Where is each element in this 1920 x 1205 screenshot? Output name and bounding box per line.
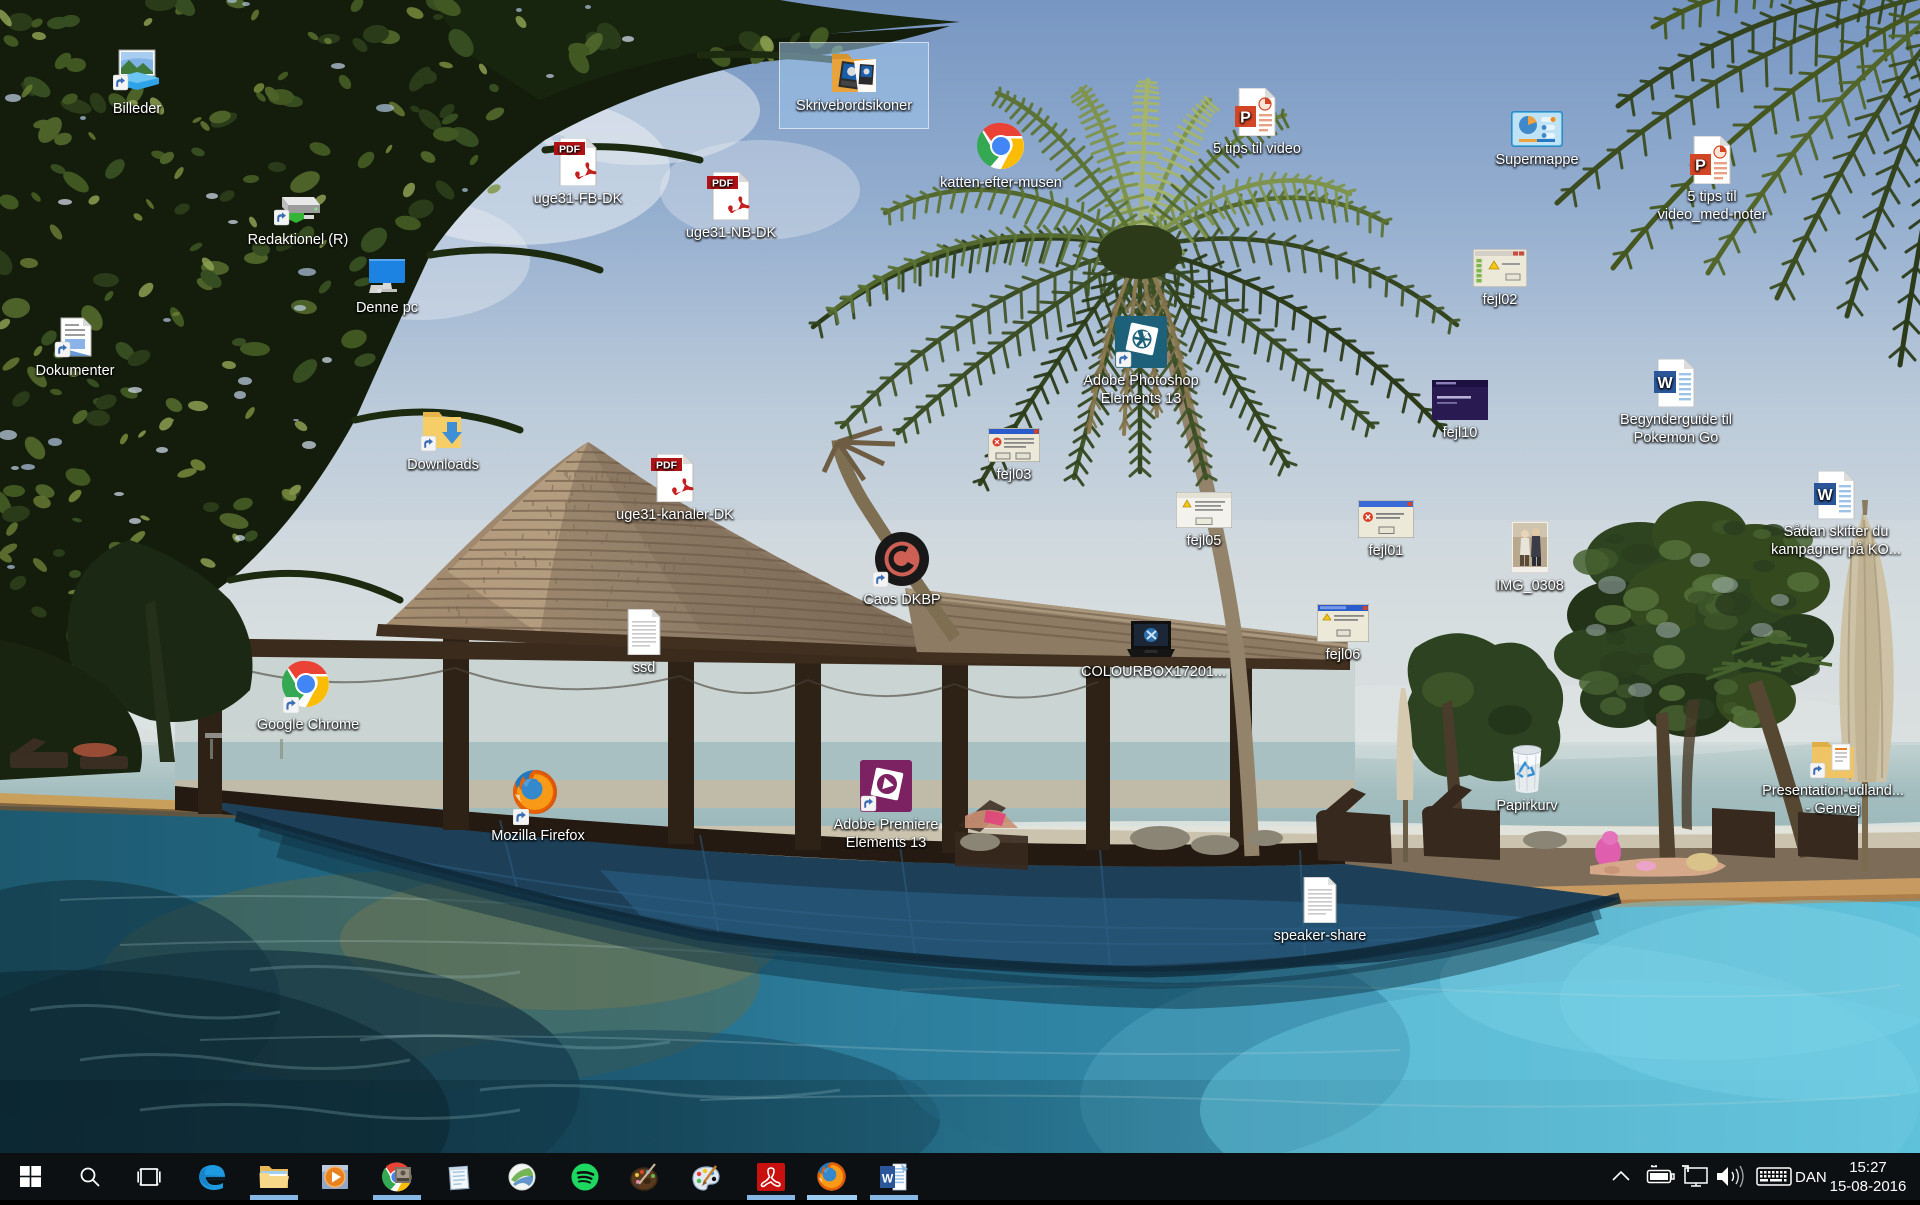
svg-text:W: W (882, 1171, 894, 1185)
svg-text:15:27: 15:27 (1849, 1159, 1887, 1176)
svg-text:DAN: DAN (1795, 1169, 1827, 1186)
svg-text:15-08-2016: 15-08-2016 (1830, 1178, 1907, 1195)
